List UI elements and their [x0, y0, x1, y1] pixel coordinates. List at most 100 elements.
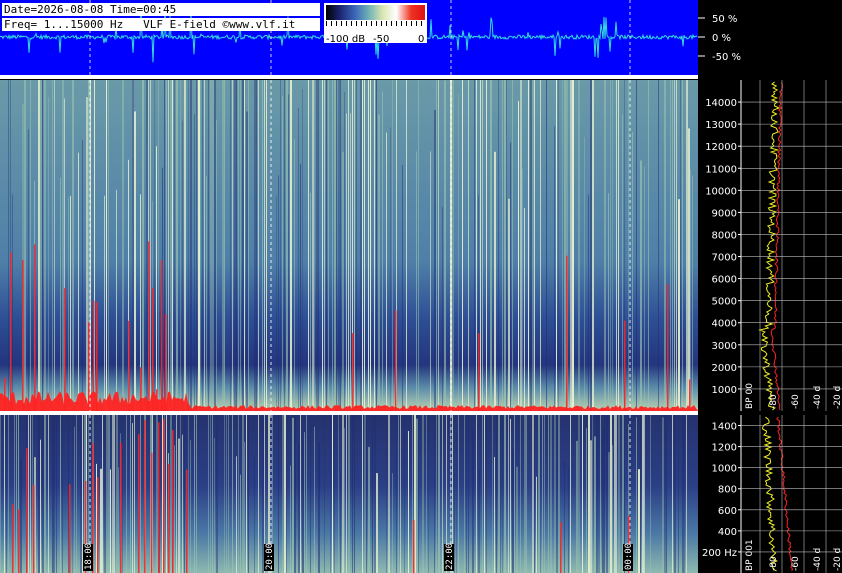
- spectrogram-streak: [418, 80, 419, 411]
- spectrogram-streak: [164, 80, 165, 411]
- spectrogram-streak: [122, 415, 123, 573]
- interference-line: [69, 484, 71, 573]
- spectrogram-streak: [28, 129, 29, 412]
- spectrogram-streak: [644, 166, 645, 411]
- spectrogram-streak: [586, 427, 587, 573]
- spectrogram-streak: [594, 436, 596, 573]
- interference-line: [689, 379, 691, 411]
- spectrogram-streak: [14, 415, 15, 573]
- spectrogram-streak: [458, 94, 459, 411]
- interference-line: [97, 477, 99, 573]
- spectrogram-streak: [338, 415, 339, 573]
- frequency-tick-label: 9000: [712, 208, 737, 219]
- spectrogram-streak: [486, 415, 487, 573]
- spectrogram-streak: [210, 80, 212, 411]
- spectrogram-streak: [38, 80, 40, 411]
- spectrogram-streak: [72, 415, 73, 573]
- spectrogram-streak: [536, 476, 537, 573]
- spectrogram-streak: [74, 426, 75, 573]
- frequency-tick-label: 12000: [705, 142, 737, 153]
- spectrogram-streak: [496, 415, 497, 573]
- interference-line: [22, 260, 24, 411]
- spectrogram-streak: [216, 415, 218, 573]
- spectrogram-streak: [412, 415, 413, 573]
- spectrogram-streak: [562, 80, 563, 411]
- spectrogram-streak: [238, 80, 239, 411]
- colorbar-ticks: [326, 21, 425, 26]
- spectrogram-streak: [342, 152, 344, 411]
- spectrogram-streak: [360, 80, 362, 411]
- time-tick-label: 20:00: [265, 543, 275, 570]
- spectrogram-streak: [214, 437, 215, 573]
- frequency-tick-label: 4000: [712, 319, 737, 330]
- spectrogram-streak: [418, 415, 419, 573]
- spectrogram-streak: [166, 415, 167, 573]
- spectrogram-streak: [504, 415, 506, 573]
- spectrogram-streak: [122, 80, 124, 411]
- spectrogram-streak: [502, 80, 503, 411]
- spectrogram-streak: [336, 80, 337, 411]
- spectrogram-streak: [194, 113, 195, 412]
- spectrogram-streak: [332, 80, 333, 411]
- waveform-ytick-label: 50 %: [712, 14, 737, 25]
- spectrogram-streak: [182, 434, 183, 573]
- spectrogram-streak: [456, 432, 457, 573]
- spectrogram-streak: [298, 442, 300, 573]
- spectrogram-streak: [666, 415, 667, 573]
- spectrogram-streak: [640, 415, 641, 573]
- spectrogram-streak: [212, 80, 214, 411]
- spectrogram-streak: [584, 136, 585, 411]
- interference-line: [12, 504, 14, 573]
- header-frequency-range: Freq= 1...15000 Hz VLF E-field ©www.vlf.…: [2, 18, 320, 31]
- spectrogram-streak: [262, 80, 263, 411]
- spectrogram-streak: [568, 466, 569, 573]
- spectrogram-streak: [510, 419, 511, 573]
- colorbar-label-min: -100 dB: [326, 34, 366, 45]
- spectrogram-streak: [314, 80, 315, 411]
- spectrogram-streak: [474, 80, 475, 411]
- spectrogram-streak: [188, 80, 189, 411]
- spectrogram-streak: [684, 415, 685, 573]
- spectrogram-streak: [348, 415, 350, 573]
- interference-line: [138, 434, 140, 573]
- spectrogram-streak: [236, 456, 237, 573]
- interference-line: [186, 469, 188, 573]
- spectrogram-streak: [472, 429, 474, 573]
- spectrogram-streak: [494, 457, 495, 573]
- spectrogram-streak: [524, 208, 525, 411]
- spectrogram-streak: [224, 80, 225, 411]
- spectrogram-streak: [106, 80, 107, 411]
- interference-line: [158, 422, 160, 573]
- spectrogram-streak: [404, 415, 405, 573]
- spectrogram-streak: [576, 440, 578, 573]
- spectrogram-streak: [44, 415, 46, 573]
- spectrogram-streak: [466, 415, 467, 573]
- spectrogram-streak: [416, 418, 418, 573]
- time-tick-label: 18:00: [84, 543, 94, 570]
- spectrogram-streak: [392, 80, 393, 411]
- spectrogram-streak: [322, 80, 323, 411]
- spectrogram-streak: [316, 80, 318, 411]
- spectrogram-streak: [286, 80, 288, 411]
- spectrogram-streak: [282, 415, 284, 573]
- spectrogram-streak: [42, 80, 43, 411]
- chart-canvas: 50 % 0 % -50 % 18:00 20:00 22:00 00:00 1000 2000…: [0, 0, 842, 573]
- spectrogram-streak: [310, 192, 311, 411]
- spectrum-db-label: -20 d: [833, 386, 842, 409]
- spectrogram-streak: [504, 80, 506, 411]
- spectrogram-streak: [184, 80, 186, 411]
- frequency-tick-label: 600: [718, 506, 737, 517]
- spectrogram-streak: [150, 80, 151, 411]
- spectrogram-streak: [364, 80, 365, 411]
- spectrogram-streak: [24, 80, 26, 411]
- spectrogram-streak: [154, 80, 155, 411]
- spectrogram-streak: [180, 415, 181, 573]
- spectrogram-streak: [292, 417, 294, 573]
- spectrogram-streak: [330, 415, 331, 573]
- spectrogram-streak: [354, 80, 355, 411]
- spectrogram-streak: [612, 445, 613, 573]
- spectrogram-streak: [280, 80, 281, 411]
- spectrogram-streak: [674, 80, 675, 411]
- spectrogram-streak: [354, 415, 355, 573]
- frequency-tick-label: 10000: [705, 186, 737, 197]
